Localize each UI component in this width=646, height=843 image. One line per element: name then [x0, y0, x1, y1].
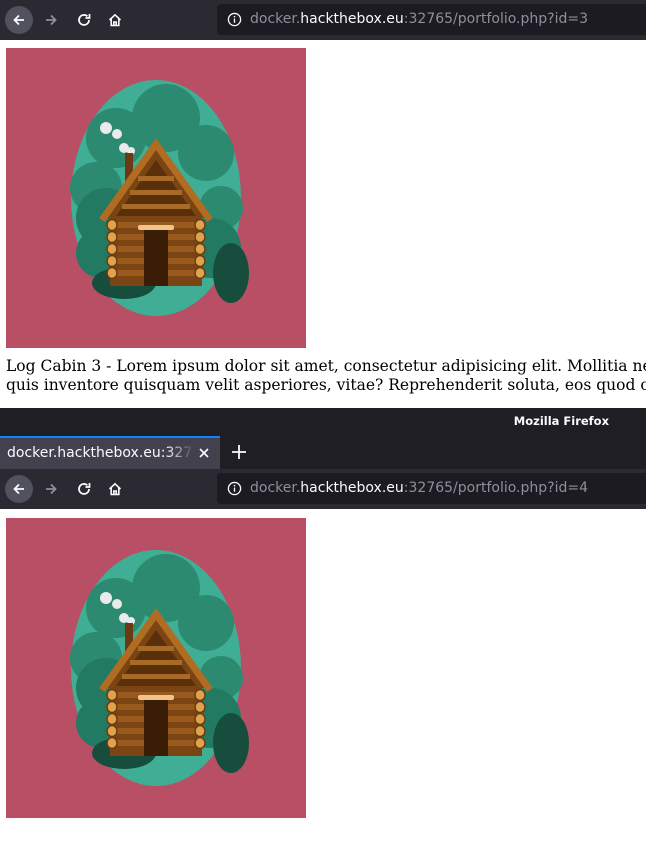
- info-icon[interactable]: [227, 481, 242, 496]
- forward-arrow-icon: [46, 14, 57, 26]
- log-cabin-image: [6, 518, 306, 818]
- image-caption: Log Cabin 3 - Lorem ipsum dolor sit amet…: [6, 357, 646, 395]
- back-arrow-icon: [13, 483, 24, 495]
- reload-button[interactable]: [70, 475, 98, 503]
- caption-line-2: quis inventore quisquam velit asperiores…: [6, 376, 646, 394]
- tab-label: docker.hackthebox.eu:32765/portfolio.php…: [7, 445, 194, 461]
- url-text[interactable]: docker.hackthebox.eu:32765/portfolio.php…: [250, 11, 588, 27]
- close-icon[interactable]: [197, 446, 211, 460]
- window-titlebar: Mozilla Firefox: [0, 408, 646, 436]
- reload-icon: [78, 483, 91, 495]
- tab-strip: docker.hackthebox.eu:32765/portfolio.php…: [0, 436, 646, 469]
- back-arrow-icon: [13, 14, 24, 26]
- info-icon[interactable]: [227, 12, 242, 27]
- url-text[interactable]: docker.hackthebox.eu:32765/portfolio.php…: [250, 480, 588, 496]
- plus-icon[interactable]: [230, 443, 248, 461]
- home-button[interactable]: [101, 6, 129, 34]
- window-title: Mozilla Firefox: [513, 414, 609, 428]
- reload-button[interactable]: [70, 6, 98, 34]
- page-content-top: Log Cabin 3 - Lorem ipsum dolor sit amet…: [0, 40, 646, 408]
- caption-line-1: Log Cabin 3 - Lorem ipsum dolor sit amet…: [6, 357, 646, 375]
- navigation-toolbar: docker.hackthebox.eu:32765/portfolio.php…: [0, 0, 646, 40]
- url-bar[interactable]: docker.hackthebox.eu:32765/portfolio.php…: [217, 4, 646, 35]
- back-button[interactable]: [5, 6, 33, 34]
- navigation-toolbar-2: docker.hackthebox.eu:32765/portfolio.php…: [0, 469, 646, 509]
- tab-active[interactable]: docker.hackthebox.eu:32765/portfolio.php…: [0, 436, 220, 469]
- page-content-bottom: [0, 509, 646, 843]
- home-icon: [108, 13, 122, 27]
- log-cabin-image: [6, 48, 306, 348]
- reload-icon: [78, 14, 91, 26]
- home-icon: [108, 482, 122, 496]
- forward-arrow-icon: [46, 483, 57, 495]
- forward-button[interactable]: [37, 6, 65, 34]
- home-button[interactable]: [101, 475, 129, 503]
- forward-button[interactable]: [37, 475, 65, 503]
- back-button[interactable]: [5, 475, 33, 503]
- url-bar[interactable]: docker.hackthebox.eu:32765/portfolio.php…: [217, 473, 646, 504]
